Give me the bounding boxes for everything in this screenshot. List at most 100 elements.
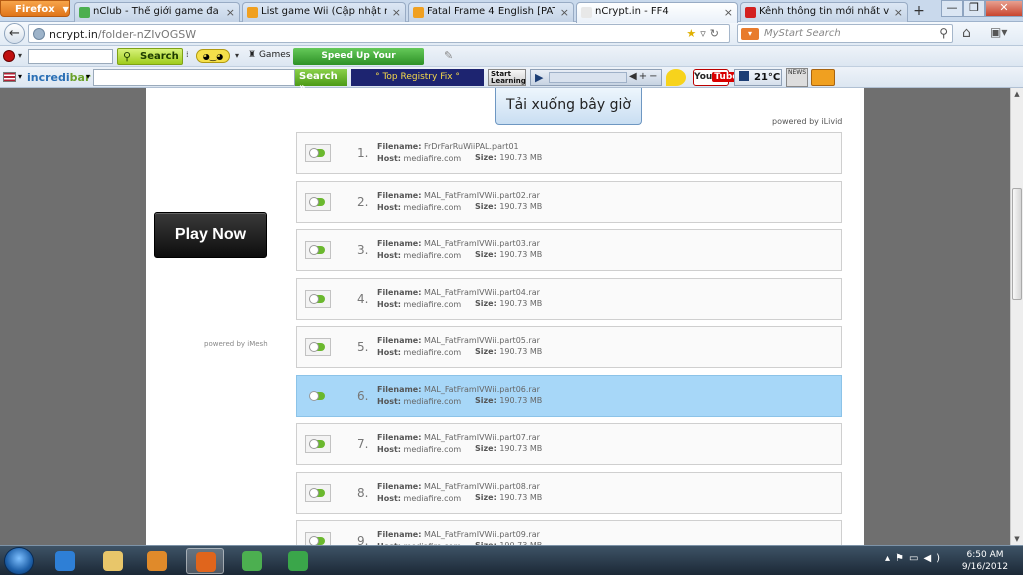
minimize-button[interactable]: — [941,0,963,17]
show-hidden-icons-icon[interactable]: ▴ [885,553,895,564]
address-path: /folder-nZIvOGSW [97,28,197,41]
speed-up-download-button[interactable]: Speed Up Your Download! [293,48,424,77]
volume-icon[interactable]: ◀) [923,553,945,564]
browser-tab[interactable]: Fatal Frame 4 English [PATCHE... × [408,2,574,22]
tab-close-icon[interactable]: × [724,6,733,19]
chevron-down-icon[interactable]: ▾ [18,51,22,60]
pencil-icon[interactable]: ✎ [444,49,453,62]
scroll-up-icon[interactable]: ▲ [1011,88,1023,100]
download-now-button[interactable]: Tải xuống bây giờ [495,88,642,125]
weather-widget[interactable]: 21°C [734,69,782,86]
scroll-down-icon[interactable]: ▼ [1011,533,1023,545]
toggle-switch-icon[interactable] [305,193,331,211]
action-center-icon[interactable]: ⚑ [895,553,909,564]
browser-tab[interactable]: List game Wii (Cập nhật ngày 24... × [242,2,406,22]
bookmarks-menu-icon[interactable]: ▣▾ [990,25,1007,39]
size-label: Size: [475,347,497,356]
browser-tab[interactable]: nCrypt.in - FF4 × [576,2,738,23]
browser-tab[interactable]: Kênh thông tin mới nhất về Ga... × [740,2,908,22]
toggle-switch-icon[interactable] [305,435,331,453]
start-button[interactable] [4,547,34,575]
volume-down-icon[interactable]: − [649,71,659,82]
file-row[interactable]: 9.Filename: MAL_FatFramIVWii.part09.rarH… [296,520,842,545]
file-row[interactable]: 4. Filename: MAL_FatFramIVWii.part04.rar H… [296,278,842,320]
volume-icon[interactable]: ◀ [629,71,639,82]
us-flag-icon[interactable] [3,72,16,82]
incredibar-search-input[interactable] [93,69,295,86]
ladybug-icon[interactable] [3,50,15,62]
scrollbar-thumb[interactable] [1012,188,1022,300]
file-host: mediafire.com [403,445,462,454]
pacman-icon[interactable] [666,69,686,86]
toggle-switch-icon[interactable] [305,290,331,308]
youtube-button[interactable]: You Tube [693,69,741,86]
volume-up-icon[interactable]: + [639,71,649,82]
new-tab-button[interactable]: + [910,3,928,21]
play-now-button[interactable]: Play Now [154,212,267,258]
idm-icon[interactable] [279,548,317,574]
games-button[interactable]: ♜ Games [248,50,290,60]
file-size: Size: 190.73 MB [475,444,542,453]
toggle-switch-icon[interactable] [305,144,331,162]
chevron-down-icon[interactable]: ▾ [18,72,22,81]
toggle-switch-icon[interactable] [305,241,331,259]
chrome-icon[interactable] [233,548,271,574]
bookmark-star-icon[interactable]: ★ [686,27,700,40]
file-number: 9. [357,534,369,545]
dropdown-arrow-icon[interactable]: ▿ [700,27,710,40]
firefox-icon[interactable] [186,548,224,574]
media-player-icon[interactable] [138,548,176,574]
vertical-scrollbar[interactable]: ▲ ▼ [1010,88,1023,545]
games-label: Games [258,50,291,60]
tab-close-icon[interactable]: × [226,6,235,19]
file-row[interactable]: 8. Filename: MAL_FatFramIVWii.part08.rar H… [296,472,842,514]
news-button[interactable]: NEWS [786,68,808,87]
browser-tab[interactable]: nClub - Thế giới game đa sắc m... × [74,2,240,22]
file-row[interactable]: 1. Filename: FrDrFarRuWiiPAL.part01 Host: … [296,132,842,174]
smiley-icon[interactable]: ◕‿◕ [196,49,230,63]
file-row[interactable]: 5. Filename: MAL_FatFramIVWii.part05.rar H… [296,326,842,368]
close-window-button[interactable]: ✕ [985,0,1023,17]
toggle-knob [309,294,319,304]
incredibar-search-button[interactable]: Search » [295,69,347,93]
tab-close-icon[interactable]: × [560,6,569,19]
firefox-menu-button[interactable]: Firefox ▼ [0,0,70,17]
file-number: 1. [357,146,369,160]
search-magnifier-icon[interactable]: ⚲ [939,26,948,40]
maximize-button[interactable]: ❐ [963,0,985,17]
toggle-knob [309,488,319,498]
clock-date: 9/16/2012 [961,562,1009,572]
search-engine-icon[interactable]: ▾ [741,28,759,40]
taskbar-clock[interactable]: 6:50 AM 9/16/2012 [960,549,1010,573]
start-learning-button[interactable]: Start Learning [488,69,526,86]
toggle-switch-icon[interactable] [305,387,331,405]
toolbar-search-input[interactable] [28,49,113,64]
toggle-switch-icon[interactable] [305,338,331,356]
mail-icon[interactable] [811,69,835,86]
search-box[interactable]: ▾ MyStart Search ⚲ [737,24,953,43]
chevron-down-icon[interactable]: ▾ [235,51,239,60]
file-row[interactable]: 3. Filename: MAL_FatFramIVWii.part03.rar H… [296,229,842,271]
tab-close-icon[interactable]: × [894,6,903,19]
home-icon[interactable]: ⌂ [962,25,971,41]
back-button[interactable]: ← [4,23,25,44]
file-row[interactable]: 6. Filename: MAL_FatFramIVWii.part06.rar H… [296,375,842,417]
chevron-down-icon[interactable]: ▾ [86,72,90,81]
toggle-switch-icon[interactable] [305,532,331,545]
registry-fix-button[interactable]: ° Top Registry Fix ° [351,69,484,86]
network-icon[interactable]: ▭ [909,553,923,564]
file-explorer-icon[interactable] [94,548,132,574]
reload-icon[interactable]: ↻ [710,27,723,40]
file-row[interactable]: 7. Filename: MAL_FatFramIVWii.part07.rar H… [296,423,842,465]
site-identity-icon[interactable] [33,28,45,40]
file-row[interactable]: 2. Filename: MAL_FatFramIVWii.part02.rar H… [296,181,842,223]
file-size: Size: 190.73 MB [475,493,542,502]
toolbar-search-button[interactable]: ⚲ Search [117,48,183,65]
tab-close-icon[interactable]: × [392,6,401,19]
magnifier-icon: ⚲ [123,50,132,63]
address-bar[interactable]: ncrypt.in/folder-nZIvOGSW ★▿↻ [28,24,730,43]
internet-explorer-icon[interactable] [46,548,84,574]
toggle-switch-icon[interactable] [305,484,331,502]
player-seek-bar[interactable] [549,72,627,83]
play-icon[interactable]: ▶ [535,71,543,84]
